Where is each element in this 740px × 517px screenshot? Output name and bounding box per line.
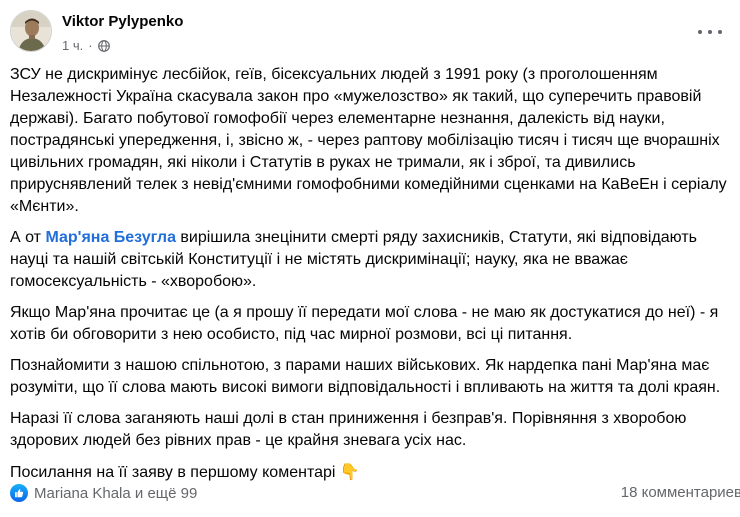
paragraph-6-text: Посилання на її заяву в першому коментар… bbox=[10, 464, 340, 481]
thumbs-up-icon bbox=[10, 484, 28, 502]
dot-icon bbox=[698, 30, 702, 34]
globe-icon[interactable] bbox=[97, 39, 110, 52]
paragraph-2: А от Мар'яна Безугла вирішила знецінити … bbox=[10, 227, 730, 293]
author-name[interactable]: Viktor Pylypenko bbox=[62, 13, 183, 30]
paragraph-3: Якщо Мар'яна прочитає це (а я прошу її п… bbox=[10, 304, 719, 343]
post-meta: 1 ч. · bbox=[62, 38, 110, 53]
reactions-count: Mariana Khala и ещё 99 bbox=[34, 484, 198, 502]
paragraph-1: ЗСУ не дискримінує лесбійок, геїв, бісек… bbox=[10, 66, 727, 215]
comments-count[interactable]: 18 комментариев bbox=[621, 484, 740, 501]
post-body: ЗСУ не дискримінує лесбійок, геїв, бісек… bbox=[10, 64, 730, 493]
mention-link[interactable]: Мар'яна Безугла bbox=[45, 229, 176, 246]
post-time[interactable]: 1 ч. bbox=[62, 38, 83, 53]
paragraph-4: Познайомити з нашою спільнотою, з парами… bbox=[10, 357, 721, 396]
more-options-icon[interactable] bbox=[698, 22, 722, 42]
facebook-post: Viktor Pylypenko 1 ч. · ЗСУ не дискримін… bbox=[0, 0, 740, 517]
post-footer: Mariana Khala и ещё 99 18 комментариев bbox=[10, 484, 740, 506]
dot-icon bbox=[708, 30, 712, 34]
post-header: Viktor Pylypenko 1 ч. · bbox=[10, 10, 740, 60]
dot-icon bbox=[718, 30, 722, 34]
paragraph-6: Посилання на її заяву в першому коментар… bbox=[10, 461, 730, 484]
reactions-summary[interactable]: Mariana Khala и ещё 99 bbox=[10, 484, 197, 502]
paragraph-2-lead: А от bbox=[10, 229, 46, 246]
author-avatar[interactable] bbox=[10, 10, 52, 52]
meta-separator: · bbox=[88, 38, 93, 53]
pointing-down-icon: 👇 bbox=[339, 462, 360, 481]
paragraph-5: Наразі її слова заганяють наші долі в ст… bbox=[10, 410, 687, 449]
